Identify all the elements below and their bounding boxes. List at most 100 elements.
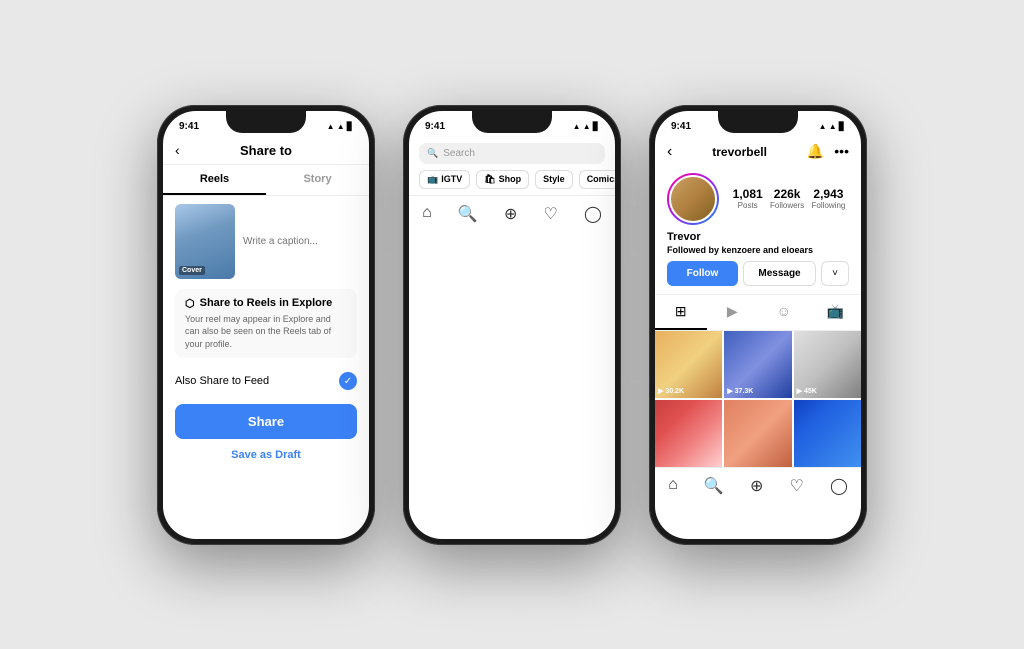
- followed-by-prefix: Followed by: [667, 245, 722, 255]
- avatar-image: [669, 175, 717, 223]
- profile-icon[interactable]: ◯: [584, 204, 602, 224]
- search-icon: 🔍: [427, 148, 438, 159]
- display-name: Trevor: [655, 231, 861, 245]
- status-icons-3: ▲ ▲ ▊: [819, 122, 845, 131]
- p3-header-icons: 🔔 •••: [807, 143, 849, 160]
- tab-reels[interactable]: Reels: [163, 165, 266, 195]
- category-igtv-label: IGTV: [441, 174, 462, 184]
- phone-1-screen: 9:41 ▲ ▲ ▊ ‹ Share to Reels Story Cover: [163, 111, 369, 539]
- share-explore-section: ⬡ Share to Reels in Explore Your reel ma…: [175, 289, 357, 359]
- message-button[interactable]: Message: [743, 261, 816, 286]
- phone-3: 9:41 ▲ ▲ ▊ ‹ trevorbell 🔔 ••• 1,08: [649, 105, 867, 545]
- grid-count-1: ▶ 30.2K: [658, 387, 684, 395]
- posts-count: 1,081: [733, 187, 763, 201]
- category-comics[interactable]: Comics: [579, 170, 615, 189]
- followers-label: Followers: [770, 201, 804, 210]
- notch-1: [226, 111, 306, 133]
- save-draft-button[interactable]: Save as Draft: [175, 445, 357, 465]
- p3-bottom-nav: ⌂ 🔍 ⊕ ♡ ◯: [655, 467, 861, 506]
- category-igtv[interactable]: 📺 IGTV: [419, 170, 470, 189]
- category-shop[interactable]: 🛍 Shop: [476, 170, 529, 189]
- p1-tabs: Reels Story: [163, 165, 369, 196]
- p2-bottom-nav: ⌂ 🔍 ⊕ ♡ ◯: [409, 195, 615, 234]
- followers-count: 226k: [770, 187, 804, 201]
- p3-profile-section: 1,081 Posts 226k Followers 2,943 Followi…: [655, 167, 861, 231]
- grid-count-2: ▶ 37.3K: [727, 387, 753, 395]
- dropdown-button[interactable]: ˅: [821, 261, 849, 286]
- heart-nav-icon[interactable]: ♡: [789, 476, 803, 496]
- grid-tab[interactable]: ⊞: [655, 295, 707, 330]
- followers-stat: 226k Followers: [770, 187, 804, 210]
- search-bar[interactable]: 🔍 Search: [419, 143, 605, 164]
- heart-icon[interactable]: ♡: [543, 204, 557, 224]
- grid-cell-4[interactable]: [655, 400, 722, 467]
- home-nav-icon[interactable]: ⌂: [668, 476, 678, 496]
- search-nav-icon[interactable]: 🔍: [458, 204, 478, 224]
- section-title-text: Share to Reels in Explore: [200, 297, 333, 309]
- reels-tab[interactable]: ▶: [707, 295, 759, 330]
- p1-video-thumbnail: Cover: [175, 204, 235, 279]
- p3-header: ‹ trevorbell 🔔 •••: [655, 139, 861, 167]
- status-icons-2: ▲ ▲ ▊: [573, 122, 599, 131]
- following-count: 2,943: [812, 187, 846, 201]
- category-bar: 📺 IGTV 🛍 Shop Style Comics TV & Mov...: [409, 170, 615, 195]
- followed-by-users: kenzoere and eloears: [722, 245, 814, 255]
- grid-cell-3[interactable]: ▶ 45K: [794, 331, 861, 398]
- section-title: ⬡ Share to Reels in Explore: [185, 297, 347, 310]
- p1-content: Cover ⬡ Share to Reels in Explore Your r…: [163, 196, 369, 474]
- phone-1: 9:41 ▲ ▲ ▊ ‹ Share to Reels Story Cover: [157, 105, 375, 545]
- cover-label: Cover: [179, 266, 205, 275]
- profile-grid: ▶ 30.2K ▶ 37.3K ▶ 45K: [655, 331, 861, 468]
- status-time-3: 9:41: [671, 121, 691, 132]
- notch-3: [718, 111, 798, 133]
- grid-img-6: [794, 400, 861, 467]
- grid-cell-6[interactable]: [794, 400, 861, 467]
- p1-header-title: Share to: [240, 143, 292, 158]
- share-feed-checkbox[interactable]: ✓: [339, 372, 357, 390]
- grid-cell-2[interactable]: ▶ 37.3K: [724, 331, 791, 398]
- grid-cell-5[interactable]: [724, 400, 791, 467]
- p1-video-row: Cover: [175, 204, 357, 279]
- status-time-2: 9:41: [425, 121, 445, 132]
- caption-input[interactable]: [243, 204, 369, 279]
- grid-count-3: ▶ 45K: [797, 387, 817, 395]
- phone-3-screen: 9:41 ▲ ▲ ▊ ‹ trevorbell 🔔 ••• 1,08: [655, 111, 861, 539]
- search-nav-icon-3[interactable]: 🔍: [704, 476, 724, 496]
- back-arrow[interactable]: ‹: [175, 142, 180, 158]
- follow-button[interactable]: Follow: [667, 261, 738, 286]
- following-stat: 2,943 Following: [812, 187, 846, 210]
- add-nav-icon[interactable]: ⊕: [750, 476, 763, 496]
- p3-back-icon[interactable]: ‹: [667, 143, 672, 161]
- igtv-icon: 📺: [427, 174, 438, 185]
- section-desc: Your reel may appear in Explore and can …: [185, 313, 347, 351]
- p1-header: ‹ Share to: [163, 139, 369, 165]
- share-button[interactable]: Share: [175, 404, 357, 439]
- shop-icon: 🛍: [484, 174, 495, 185]
- grid-img-4: [655, 400, 722, 467]
- username: trevorbell: [712, 145, 767, 159]
- category-style[interactable]: Style: [535, 170, 573, 189]
- phone-2-screen: 9:41 ▲ ▲ ▊ 🔍 Search 📺 IGTV 🛍 Shop St: [409, 111, 615, 539]
- share-feed-row[interactable]: Also Share to Feed ✓: [175, 366, 357, 396]
- add-icon[interactable]: ⊕: [504, 204, 517, 224]
- category-shop-label: Shop: [499, 174, 522, 184]
- grid-cell-1[interactable]: ▶ 30.2K: [655, 331, 722, 398]
- phone-2: 9:41 ▲ ▲ ▊ 🔍 Search 📺 IGTV 🛍 Shop St: [403, 105, 621, 545]
- p3-stats: 1,081 Posts 226k Followers 2,943 Followi…: [729, 187, 849, 210]
- profile-nav-icon[interactable]: ◯: [830, 476, 848, 496]
- search-placeholder: Search: [443, 148, 475, 159]
- igtv-tab[interactable]: 📺: [810, 295, 862, 330]
- home-icon[interactable]: ⌂: [422, 204, 432, 224]
- bell-icon[interactable]: 🔔: [807, 143, 824, 160]
- tagged-tab[interactable]: ☺: [758, 295, 810, 330]
- following-label: Following: [812, 201, 846, 210]
- grid-img-5: [724, 400, 791, 467]
- more-icon[interactable]: •••: [834, 143, 849, 160]
- p3-actions: Follow Message ˅: [655, 261, 861, 294]
- reel-icon: ⬡: [185, 297, 195, 310]
- category-comics-label: Comics: [587, 174, 615, 184]
- status-time-1: 9:41: [179, 121, 199, 132]
- tab-story[interactable]: Story: [266, 165, 369, 195]
- share-feed-label: Also Share to Feed: [175, 375, 269, 387]
- page-wrapper: 9:41 ▲ ▲ ▊ ‹ Share to Reels Story Cover: [0, 0, 1024, 649]
